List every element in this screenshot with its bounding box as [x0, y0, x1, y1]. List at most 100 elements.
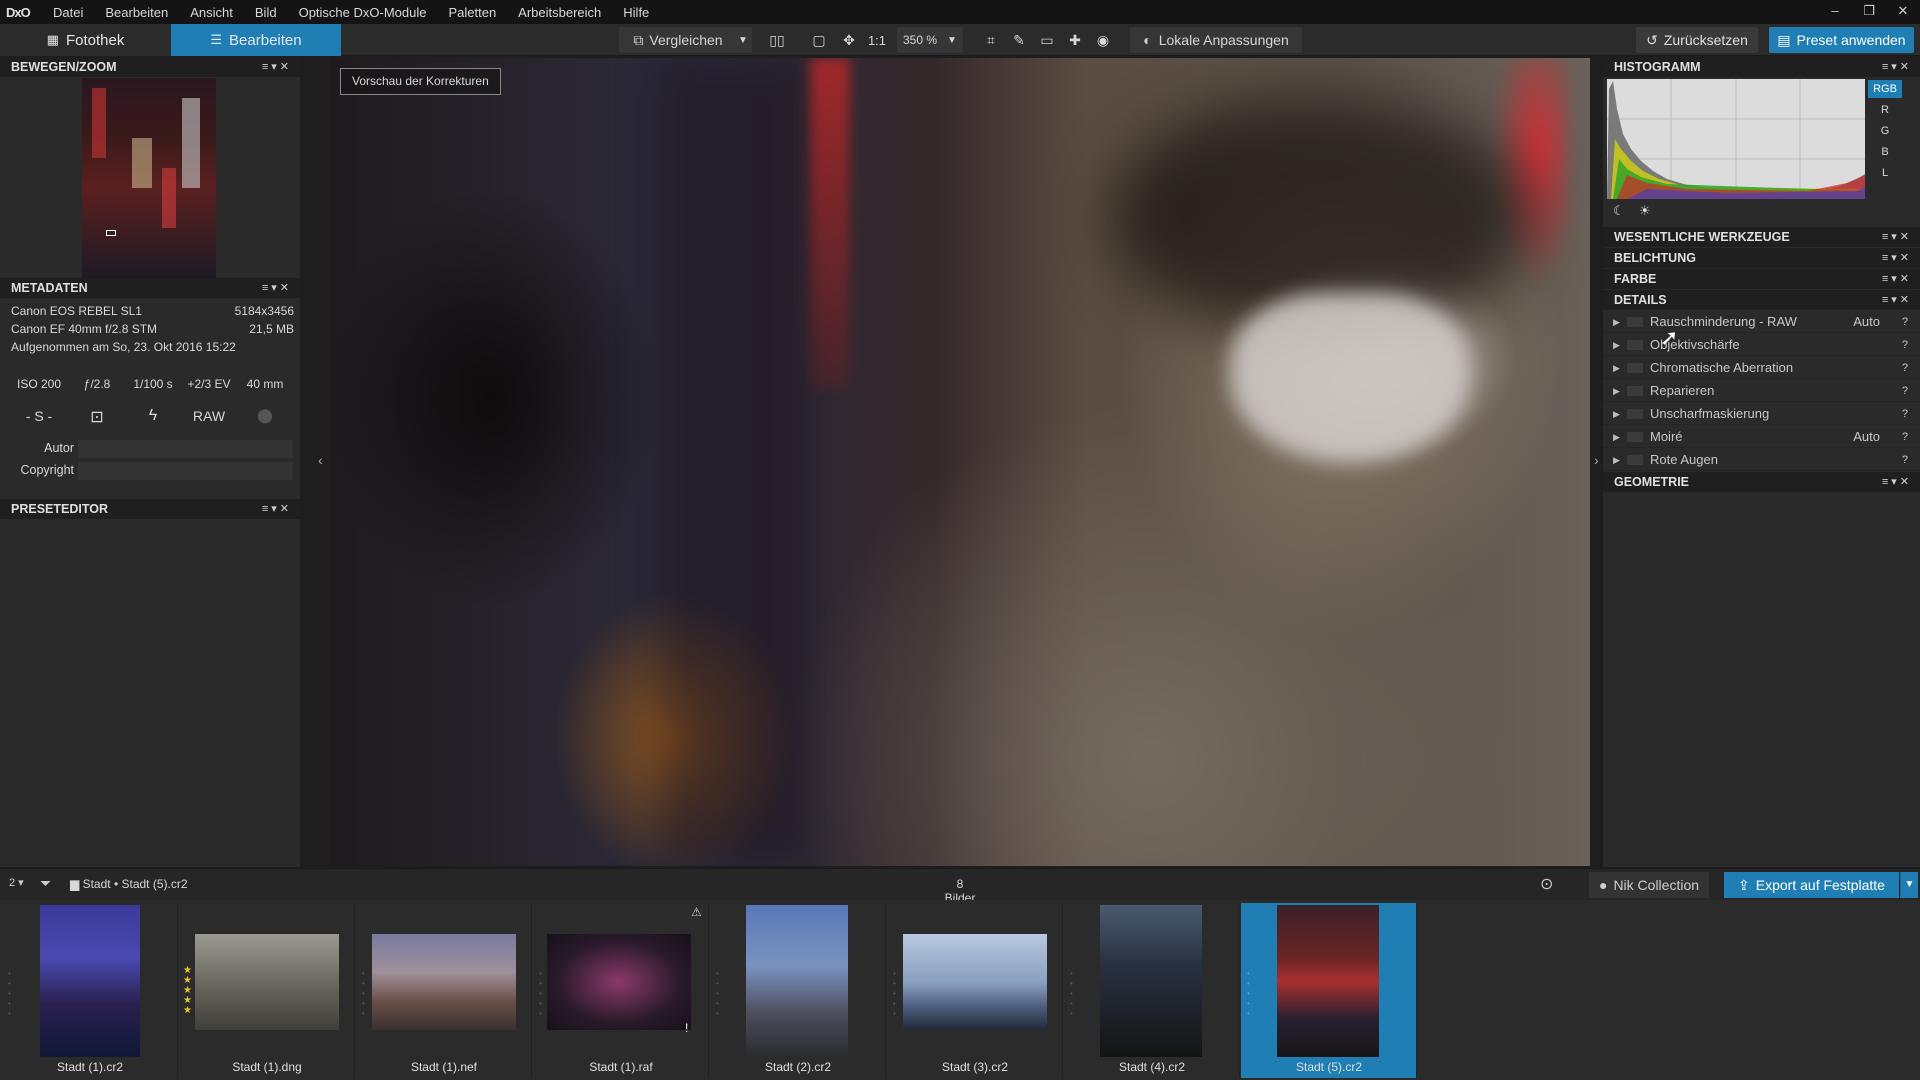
- horizon-icon[interactable]: ▭: [1034, 28, 1060, 52]
- film-item-selected[interactable]: • • • • • Stadt (5).cr2: [1241, 903, 1417, 1078]
- reset-button[interactable]: ↺ Zurücksetzen: [1636, 27, 1758, 53]
- enable-toggle[interactable]: [1627, 317, 1643, 327]
- breadcrumb-folder[interactable]: Stadt: [83, 877, 111, 891]
- detail-row-reparieren[interactable]: ▶ Reparieren ?: [1603, 380, 1920, 402]
- copyright-input[interactable]: [78, 462, 293, 480]
- zoom-value[interactable]: 350 %: [899, 28, 941, 52]
- help-icon[interactable]: ?: [1902, 357, 1908, 379]
- channel-b[interactable]: B: [1868, 143, 1902, 161]
- film-item[interactable]: • • • • • Stadt (1).cr2: [2, 903, 178, 1078]
- panel-header-belichtung[interactable]: BELICHTUNG ≡▾✕: [1603, 248, 1920, 268]
- rating-dots[interactable]: • • • • •: [716, 969, 722, 1019]
- fullscreen-icon[interactable]: ⊙: [1540, 874, 1553, 894]
- rating-dots[interactable]: • • • • •: [539, 969, 545, 1019]
- expand-icon[interactable]: ▶: [1613, 380, 1620, 402]
- detail-row-chromatische[interactable]: ▶ Chromatische Aberration ?: [1603, 357, 1920, 379]
- channel-l[interactable]: L: [1868, 164, 1902, 182]
- panel-menu-close-icon[interactable]: ≡▾✕: [262, 57, 292, 77]
- expand-icon[interactable]: ▶: [1613, 403, 1620, 425]
- film-item[interactable]: • • • • • Stadt (3).cr2: [887, 903, 1063, 1078]
- film-item[interactable]: ★ ★ ★ ★ ★ Stadt (1).dng: [179, 903, 355, 1078]
- panel-menu-close-icon[interactable]: ≡▾✕: [1882, 227, 1912, 247]
- help-icon[interactable]: ?: [1902, 311, 1908, 333]
- image-viewer[interactable]: Vorschau der Korrekturen: [330, 58, 1590, 866]
- compare-button[interactable]: ⧉ Vergleichen: [624, 28, 732, 52]
- panel-menu-close-icon[interactable]: ≡▾✕: [1882, 269, 1912, 289]
- enable-toggle[interactable]: [1627, 386, 1643, 396]
- enable-toggle[interactable]: [1627, 432, 1643, 442]
- expand-icon[interactable]: ▶: [1613, 357, 1620, 379]
- enable-toggle[interactable]: [1627, 409, 1643, 419]
- expand-icon[interactable]: ▶: [1613, 311, 1620, 333]
- menu-datei[interactable]: Datei: [42, 5, 94, 20]
- panel-menu-close-icon[interactable]: ≡▾✕: [1882, 290, 1912, 310]
- rating-dots[interactable]: • • • • •: [1070, 969, 1076, 1019]
- detail-row-objektivschaerfe[interactable]: ▶ Objektivschärfe ?: [1603, 334, 1920, 356]
- restore-button[interactable]: ❐: [1852, 0, 1886, 24]
- split-view-icon[interactable]: ▯▯: [764, 28, 790, 52]
- preview-corrections-label[interactable]: Vorschau der Korrekturen: [340, 68, 501, 95]
- detail-row-rauschminderung[interactable]: ▶ Rauschminderung - RAW Auto ?: [1603, 311, 1920, 333]
- tab-fotothek[interactable]: ▦ Fotothek: [0, 24, 171, 56]
- panel-header-preseteditor[interactable]: PRESETEDITOR ≡▾✕: [0, 499, 300, 519]
- autor-input[interactable]: [78, 440, 293, 458]
- menu-bild[interactable]: Bild: [244, 5, 288, 20]
- fit-icon[interactable]: ▢: [806, 28, 832, 52]
- film-item[interactable]: • • • • • Stadt (4).cr2: [1064, 903, 1240, 1078]
- panel-header-geometrie[interactable]: GEOMETRIE ≡▾✕: [1603, 472, 1920, 492]
- rating-dots[interactable]: • • • • •: [8, 969, 14, 1019]
- help-icon[interactable]: ?: [1902, 449, 1908, 471]
- film-item[interactable]: • • • • • Stadt (1).nef: [356, 903, 532, 1078]
- panel-menu-close-icon[interactable]: ≡▾✕: [262, 278, 292, 298]
- expand-icon[interactable]: ▶: [1613, 449, 1620, 471]
- export-dropdown[interactable]: ▼: [1900, 872, 1918, 898]
- channel-rgb[interactable]: RGB: [1868, 80, 1902, 98]
- compare-dropdown[interactable]: ▼: [734, 28, 752, 52]
- enable-toggle[interactable]: [1627, 455, 1643, 465]
- move-icon[interactable]: ✥: [836, 28, 862, 52]
- expand-icon[interactable]: ▶: [1613, 426, 1620, 448]
- panel-menu-close-icon[interactable]: ≡▾✕: [262, 499, 292, 519]
- shadow-clip-icon[interactable]: ☾: [1613, 203, 1625, 219]
- rating-dots[interactable]: • • • • •: [893, 969, 899, 1019]
- collapse-right-icon[interactable]: ›: [1594, 452, 1599, 468]
- tab-bearbeiten[interactable]: ☰ Bearbeiten: [171, 24, 341, 56]
- menu-bearbeiten[interactable]: Bearbeiten: [94, 5, 179, 20]
- enable-toggle[interactable]: [1627, 363, 1643, 373]
- panel-header-histogramm[interactable]: HISTOGRAMM ≡▾✕: [1603, 57, 1920, 77]
- local-adjustments-button[interactable]: ◐ Lokale Anpassungen: [1132, 28, 1300, 52]
- rating-stars[interactable]: ★ ★ ★ ★ ★: [183, 966, 192, 1016]
- menu-arbeitsbereich[interactable]: Arbeitsbereich: [507, 5, 612, 20]
- rating-dots[interactable]: • • • • •: [1247, 969, 1253, 1019]
- menu-paletten[interactable]: Paletten: [437, 5, 507, 20]
- help-icon[interactable]: ?: [1902, 426, 1908, 448]
- highlight-clip-icon[interactable]: ☀: [1639, 203, 1651, 219]
- channel-g[interactable]: G: [1868, 122, 1902, 140]
- eyedropper-icon[interactable]: ✎: [1006, 28, 1032, 52]
- film-item[interactable]: • • • • • Stadt (2).cr2: [710, 903, 886, 1078]
- eye-icon[interactable]: ◉: [1090, 28, 1116, 52]
- panel-header-wesentliche[interactable]: WESENTLICHE WERKZEUGE ≡▾✕: [1603, 227, 1920, 247]
- detail-row-unscharfmaskierung[interactable]: ▶ Unscharfmaskierung ?: [1603, 403, 1920, 425]
- film-item[interactable]: • • • • • ⚠ ! Stadt (1).raf: [533, 903, 709, 1078]
- help-icon[interactable]: ?: [1902, 334, 1908, 356]
- filter-icon[interactable]: ⏷: [40, 875, 51, 892]
- collapse-left-icon[interactable]: ‹: [318, 452, 323, 468]
- enable-toggle[interactable]: [1627, 340, 1643, 350]
- panel-menu-close-icon[interactable]: ≡▾✕: [1882, 57, 1912, 77]
- help-icon[interactable]: ?: [1902, 403, 1908, 425]
- panel-header-metadaten[interactable]: METADATEN ≡▾✕: [0, 278, 300, 298]
- crop-icon[interactable]: ⌗: [978, 28, 1004, 52]
- menu-optische-module[interactable]: Optische DxO-Module: [288, 5, 438, 20]
- apply-preset-button[interactable]: ▤ Preset anwenden: [1769, 27, 1914, 53]
- detail-row-rote-augen[interactable]: ▶ Rote Augen ?: [1603, 449, 1920, 471]
- export-button[interactable]: ⇪ Export auf Festplatte: [1724, 872, 1899, 898]
- panel-header-bewegen[interactable]: BEWEGEN/ZOOM ≡▾✕: [0, 57, 300, 77]
- menu-ansicht[interactable]: Ansicht: [179, 5, 244, 20]
- zoom-dropdown[interactable]: ▼: [944, 28, 960, 52]
- help-icon[interactable]: ?: [1902, 380, 1908, 402]
- sort-button[interactable]: 2 ▾: [9, 876, 24, 889]
- expand-icon[interactable]: ▶: [1613, 334, 1620, 356]
- panel-menu-close-icon[interactable]: ≡▾✕: [1882, 472, 1912, 492]
- panel-header-details[interactable]: DETAILS ≡▾✕: [1603, 290, 1920, 310]
